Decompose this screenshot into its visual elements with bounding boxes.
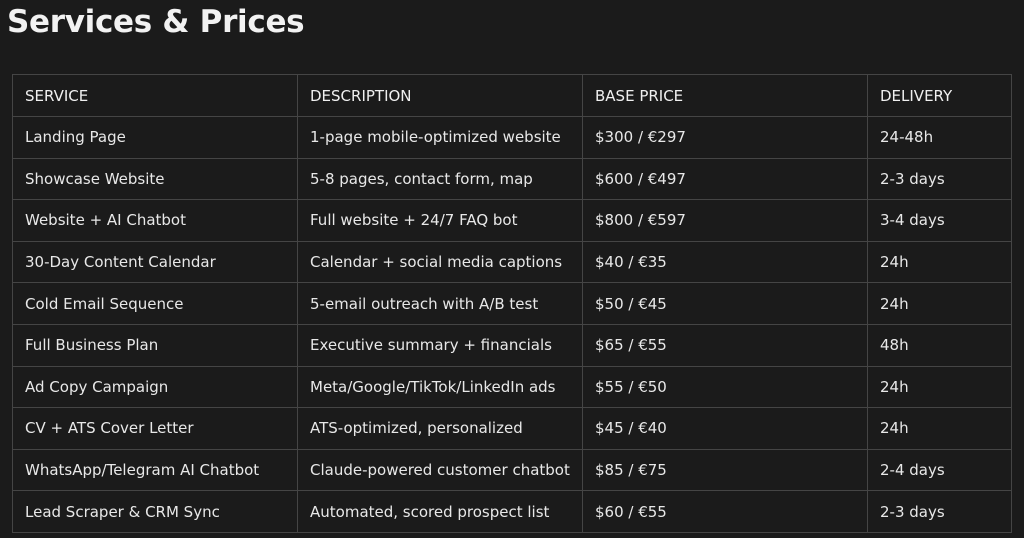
cell-base-price: $50 / €45 — [582, 282, 868, 325]
cell-delivery: 24h — [867, 282, 1012, 325]
table-row: Full Business Plan Executive summary + f… — [12, 323, 1012, 367]
table-row: Lead Scraper & CRM Sync Automated, score… — [12, 490, 1012, 533]
table-row: Cold Email Sequence 5-email outreach wit… — [12, 282, 1012, 325]
header-delivery: DELIVERY — [867, 74, 1012, 117]
cell-delivery: 48h — [867, 323, 1012, 367]
cell-service: 30-Day Content Calendar — [12, 240, 298, 284]
cell-description: Automated, scored prospect list — [297, 490, 583, 533]
table-row: Showcase Website 5-8 pages, contact form… — [12, 157, 1012, 201]
table-header-row: SERVICE DESCRIPTION BASE PRICE DELIVERY — [12, 74, 1012, 117]
cell-base-price: $300 / €297 — [582, 116, 868, 159]
cell-service: Full Business Plan — [12, 323, 298, 367]
cell-description: ATS-optimized, personalized — [297, 407, 583, 450]
cell-base-price: $40 / €35 — [582, 240, 868, 284]
cell-base-price: $45 / €40 — [582, 407, 868, 450]
cell-base-price: $65 / €55 — [582, 323, 868, 367]
cell-description: Calendar + social media captions — [297, 240, 583, 284]
cell-service: CV + ATS Cover Letter — [12, 407, 298, 450]
cell-service: Ad Copy Campaign — [12, 365, 298, 409]
cell-service: Website + AI Chatbot — [12, 199, 298, 242]
cell-service: Landing Page — [12, 116, 298, 159]
cell-delivery: 3-4 days — [867, 199, 1012, 242]
cell-base-price: $85 / €75 — [582, 448, 868, 492]
cell-delivery: 24h — [867, 407, 1012, 450]
table-row: Ad Copy Campaign Meta/Google/TikTok/Link… — [12, 365, 1012, 409]
services-table: SERVICE DESCRIPTION BASE PRICE DELIVERY … — [12, 74, 1012, 533]
cell-delivery: 2-3 days — [867, 490, 1012, 533]
cell-description: 1-page mobile-optimized website — [297, 116, 583, 159]
cell-base-price: $55 / €50 — [582, 365, 868, 409]
cell-delivery: 24h — [867, 365, 1012, 409]
table-row: Landing Page 1-page mobile-optimized web… — [12, 116, 1012, 159]
cell-service: Lead Scraper & CRM Sync — [12, 490, 298, 533]
cell-delivery: 24-48h — [867, 116, 1012, 159]
header-description: DESCRIPTION — [297, 74, 583, 117]
cell-delivery: 2-3 days — [867, 157, 1012, 201]
table-row: CV + ATS Cover Letter ATS-optimized, per… — [12, 407, 1012, 450]
cell-service: WhatsApp/Telegram AI Chatbot — [12, 448, 298, 492]
table-row: Website + AI Chatbot Full website + 24/7… — [12, 199, 1012, 242]
cell-delivery: 24h — [867, 240, 1012, 284]
cell-base-price: $60 / €55 — [582, 490, 868, 533]
cell-base-price: $600 / €497 — [582, 157, 868, 201]
header-base-price: BASE PRICE — [582, 74, 868, 117]
cell-description: 5-8 pages, contact form, map — [297, 157, 583, 201]
header-service: SERVICE — [12, 74, 298, 117]
cell-delivery: 2-4 days — [867, 448, 1012, 492]
cell-description: Claude-powered customer chatbot — [297, 448, 583, 492]
cell-service: Cold Email Sequence — [12, 282, 298, 325]
table-row: 30-Day Content Calendar Calendar + socia… — [12, 240, 1012, 284]
cell-base-price: $800 / €597 — [582, 199, 868, 242]
services-table-container: SERVICE DESCRIPTION BASE PRICE DELIVERY … — [12, 74, 1012, 533]
cell-description: Meta/Google/TikTok/LinkedIn ads — [297, 365, 583, 409]
table-row: WhatsApp/Telegram AI Chatbot Claude-powe… — [12, 448, 1012, 492]
cell-description: Executive summary + financials — [297, 323, 583, 367]
cell-description: Full website + 24/7 FAQ bot — [297, 199, 583, 242]
cell-description: 5-email outreach with A/B test — [297, 282, 583, 325]
page-title: Services & Prices — [7, 4, 305, 40]
cell-service: Showcase Website — [12, 157, 298, 201]
